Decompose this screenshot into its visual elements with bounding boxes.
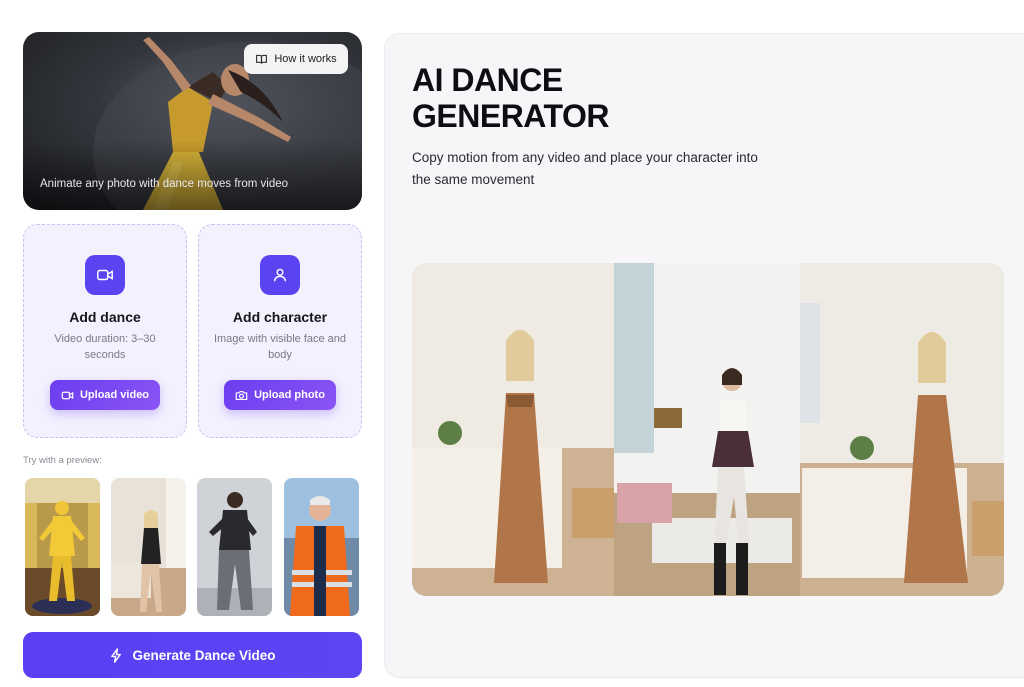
preview-thumbnail-bedroom[interactable]	[111, 478, 186, 616]
hero-banner: How it works Animate any photo with danc…	[23, 32, 362, 210]
page: How it works Animate any photo with danc…	[0, 0, 1024, 687]
add-character-icon-box	[260, 255, 300, 295]
showcase-frame-3	[800, 263, 1004, 596]
video-camera-icon	[97, 269, 113, 281]
add-character-card[interactable]: Add character Image with visible face an…	[198, 224, 362, 438]
page-title-line-2: GENERATOR	[412, 98, 610, 134]
hero-caption: Animate any photo with dance moves from …	[40, 178, 289, 190]
how-it-works-button[interactable]: How it works	[244, 44, 348, 74]
preview-image	[111, 478, 186, 616]
upload-photo-button[interactable]: Upload photo	[224, 380, 336, 410]
upload-video-button[interactable]: Upload video	[50, 380, 160, 410]
add-dance-card[interactable]: Add dance Video duration: 3–30 seconds U…	[23, 224, 187, 438]
showcase-frame-2	[614, 263, 800, 596]
add-dance-title: Add dance	[69, 309, 141, 325]
video-camera-icon	[61, 391, 74, 399]
camera-icon	[235, 390, 248, 400]
generate-label: Generate Dance Video	[132, 647, 276, 663]
page-title-line-1: AI DANCE	[412, 62, 563, 98]
upload-photo-label: Upload photo	[254, 389, 325, 401]
preview-thumbnail-yellow-suit[interactable]	[25, 478, 100, 616]
page-subtitle-line-1: Copy motion from any video and place you…	[412, 150, 758, 165]
showcase-frames	[412, 263, 1004, 596]
book-icon	[256, 54, 268, 64]
hero-shade	[23, 140, 362, 210]
page-subtitle-line-2: the same movement	[412, 171, 535, 187]
preview-thumbnail-man[interactable]	[197, 478, 272, 616]
preview-image	[284, 478, 359, 616]
add-dance-description: Video duration: 3–30 seconds	[54, 333, 156, 361]
upload-video-label: Upload video	[79, 389, 150, 401]
add-character-description: Image with visible face and body	[213, 333, 347, 361]
preview-image	[197, 478, 272, 616]
preview-label: Try with a preview:	[23, 455, 102, 466]
lightning-icon	[111, 647, 122, 663]
how-it-works-label: How it works	[274, 53, 337, 65]
user-icon	[273, 268, 287, 282]
generate-dance-video-button[interactable]: Generate Dance Video	[23, 632, 362, 678]
showcase-image	[412, 263, 1004, 596]
page-title: AI DANCE GENERATOR	[412, 62, 712, 134]
add-dance-icon-box	[85, 255, 125, 295]
add-character-title: Add character	[232, 309, 328, 325]
showcase-frame-1	[412, 263, 614, 596]
preview-thumbnail-worker[interactable]	[284, 478, 359, 616]
page-subtitle: Copy motion from any video and place you…	[412, 147, 812, 190]
preview-image	[25, 478, 100, 616]
